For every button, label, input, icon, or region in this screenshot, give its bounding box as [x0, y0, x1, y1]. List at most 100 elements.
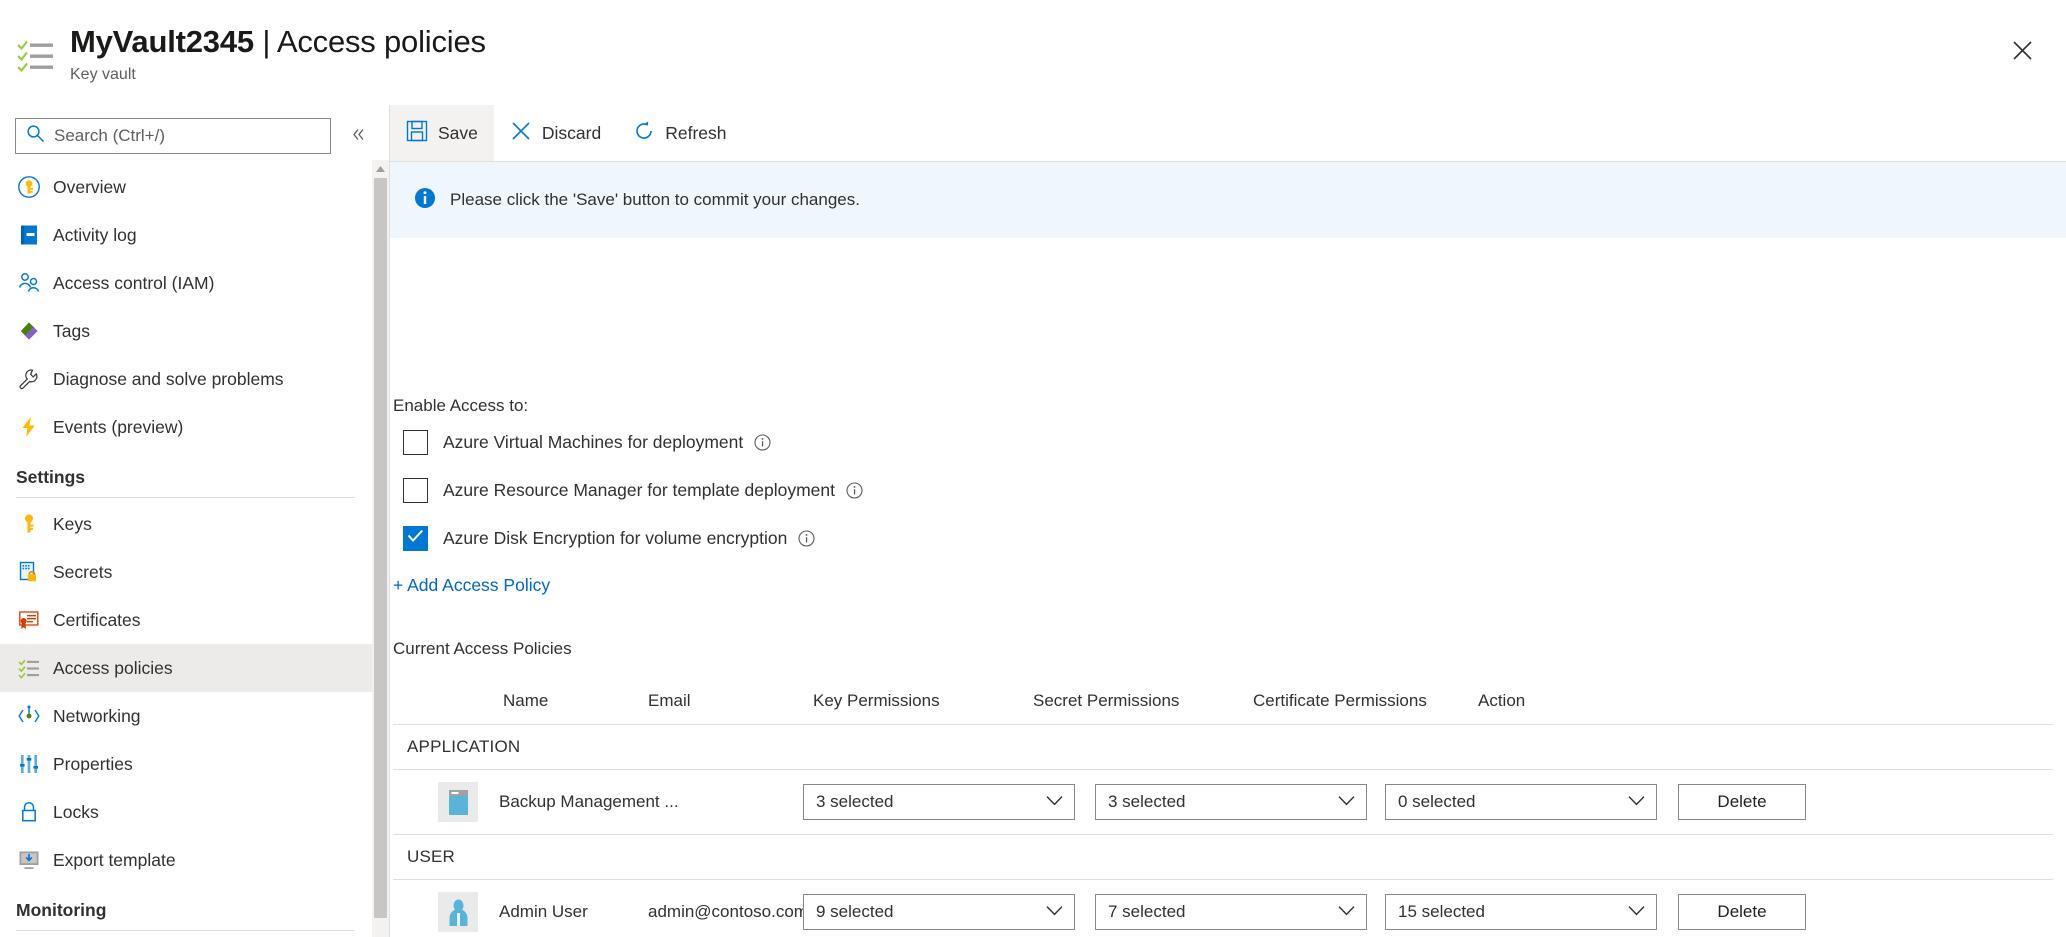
sidebar-item-access-control-iam[interactable]: Access control (IAM)	[0, 259, 372, 307]
wrench-icon	[16, 366, 42, 392]
sidebar-item-events-preview[interactable]: Events (preview)	[0, 403, 372, 451]
checkbox-row-arm[interactable]: Azure Resource Manager for template depl…	[403, 478, 863, 503]
cell-principal: Backup Management ...	[438, 782, 679, 822]
scroll-up-arrow-icon[interactable]	[372, 160, 389, 177]
refresh-button-label: Refresh	[665, 123, 726, 144]
sidebar-item-label: Locks	[53, 802, 99, 823]
close-icon	[2012, 40, 2033, 64]
sidebar-item-locks[interactable]: Locks	[0, 788, 372, 836]
sidebar-group-settings: Settings	[0, 451, 372, 497]
table-group-header: USER	[393, 835, 2053, 879]
enable-access-label: Enable Access to:	[393, 396, 528, 416]
table-row[interactable]: Backup Management ... 3 selected 3 selecte…	[393, 770, 2053, 834]
sidebar-item-properties[interactable]: Properties	[0, 740, 372, 788]
lock-icon	[16, 799, 42, 825]
secret-permissions-dropdown[interactable]: 7 selected	[1095, 894, 1367, 930]
search-wrapper: Search (Ctrl+/)	[15, 118, 331, 154]
secret-permissions-dropdown[interactable]: 3 selected	[1095, 784, 1367, 820]
sidebar-item-tags[interactable]: Tags	[0, 307, 372, 355]
cell-principal: Admin User	[438, 892, 588, 932]
checkbox-azure-resource-manager[interactable]	[403, 478, 428, 503]
sidebar-item-activity-log[interactable]: Activity log	[0, 211, 372, 259]
info-outline-icon[interactable]	[798, 530, 815, 547]
blade-body: Enable Access to: Azure Virtual Machines…	[390, 238, 2066, 937]
sidebar-item-certificates[interactable]: Certificates	[0, 596, 372, 644]
key-permissions-dropdown[interactable]: 9 selected	[803, 894, 1075, 930]
delete-button[interactable]: Delete	[1678, 784, 1806, 820]
user-avatar-icon	[438, 892, 478, 932]
sidebar-item-label: Events (preview)	[53, 417, 183, 438]
refresh-button[interactable]: Refresh	[617, 105, 742, 161]
activity-log-icon	[16, 222, 42, 248]
search-placeholder: Search (Ctrl+/)	[54, 126, 165, 146]
sidebar-item-keys[interactable]: Keys	[0, 500, 372, 548]
info-banner-text: Please click the 'Save' button to commit…	[450, 190, 860, 210]
secrets-lock-icon	[16, 559, 42, 585]
chevron-down-icon	[1046, 793, 1063, 811]
sidebar-item-networking[interactable]: Networking	[0, 692, 372, 740]
sidebar-scrollbar[interactable]	[372, 160, 389, 937]
chevron-double-left-icon	[350, 126, 367, 146]
check-mark-icon	[407, 529, 424, 548]
sidebar-item-label: Activity log	[53, 225, 137, 246]
table-group-label: USER	[407, 847, 455, 867]
chevron-down-icon	[1628, 903, 1645, 921]
info-outline-icon[interactable]	[754, 434, 771, 451]
sidebar-item-secrets[interactable]: Secrets	[0, 548, 372, 596]
add-access-policy-link[interactable]: + Add Access Policy	[393, 575, 550, 596]
sidebar-item-access-policies[interactable]: Access policies	[0, 644, 372, 692]
current-access-policies-label: Current Access Policies	[393, 639, 572, 659]
save-button[interactable]: Save	[390, 105, 494, 161]
discard-button[interactable]: Discard	[494, 105, 617, 161]
blade-content: Save Discard Refresh	[390, 105, 2066, 937]
key-permissions-dropdown[interactable]: 3 selected	[803, 784, 1075, 820]
blade-header: MyVault2345 | Access policies Key vault	[0, 0, 2066, 105]
scrollbar-thumb[interactable]	[374, 178, 387, 918]
properties-sliders-icon	[16, 751, 42, 777]
checkbox-row-vm[interactable]: Azure Virtual Machines for deployment	[403, 430, 771, 455]
collapse-sidebar-button[interactable]	[345, 123, 371, 149]
info-outline-icon[interactable]	[846, 482, 863, 499]
table-row[interactable]: Admin Useradmin@contoso.com9 selected7 s…	[393, 880, 2053, 937]
key-icon	[16, 511, 42, 537]
sidebar-nav-list: Overview Activity log Access control (IAM)…	[0, 163, 372, 937]
sidebar-item-export-template[interactable]: Export template	[0, 836, 372, 884]
sidebar-item-label: Access control (IAM)	[53, 273, 214, 294]
info-icon	[414, 187, 436, 214]
chevron-down-icon	[1338, 903, 1355, 921]
access-policies-table: NameEmailKey PermissionsSecret Permissio…	[393, 678, 2053, 937]
sidebar-item-label: Access policies	[53, 658, 173, 679]
sidebar-item-label: Certificates	[53, 610, 141, 631]
table-group-label: APPLICATION	[407, 737, 520, 757]
chevron-down-icon	[1338, 793, 1355, 811]
dropdown-value: 0 selected	[1398, 792, 1476, 812]
info-banner: Please click the 'Save' button to commit…	[390, 162, 2066, 238]
checkbox-label-disk-encryption: Azure Disk Encryption for volume encrypt…	[443, 528, 787, 549]
column-header-key-permissions: Key Permissions	[813, 691, 940, 711]
sidebar-item-overview[interactable]: Overview	[0, 163, 372, 211]
sidebar-item-label: Secrets	[53, 562, 112, 583]
checkbox-azure-virtual-machines[interactable]	[403, 430, 428, 455]
title-separator: |	[254, 24, 277, 59]
dropdown-value: 9 selected	[816, 902, 894, 922]
blade-sidebar: Search (Ctrl+/) Overview Activity log Acce…	[0, 105, 372, 937]
certificate-icon	[16, 607, 42, 633]
checkbox-row-disk-encryption[interactable]: Azure Disk Encryption for volume encrypt…	[403, 526, 815, 551]
save-button-label: Save	[438, 123, 478, 144]
page-title: MyVault2345 | Access policies	[70, 22, 486, 62]
lightning-icon	[16, 414, 42, 440]
key-circle-icon	[16, 174, 42, 200]
checkbox-azure-disk-encryption[interactable]	[403, 526, 428, 551]
principal-name: Backup Management ...	[499, 792, 679, 812]
delete-button[interactable]: Delete	[1678, 894, 1806, 930]
certificate-permissions-dropdown[interactable]: 0 selected	[1385, 784, 1657, 820]
certificate-permissions-dropdown[interactable]: 15 selected	[1385, 894, 1657, 930]
search-input[interactable]: Search (Ctrl+/)	[15, 118, 331, 154]
sidebar-item-diagnose-and-solve-problems[interactable]: Diagnose and solve problems	[0, 355, 372, 403]
checkbox-label-vm: Azure Virtual Machines for deployment	[443, 432, 743, 453]
column-header-action: Action	[1478, 691, 1525, 711]
sidebar-group-rule	[16, 930, 355, 931]
sidebar-item-label: Overview	[53, 177, 126, 198]
close-blade-button[interactable]	[2002, 32, 2042, 72]
sidebar-item-label: Networking	[53, 706, 141, 727]
